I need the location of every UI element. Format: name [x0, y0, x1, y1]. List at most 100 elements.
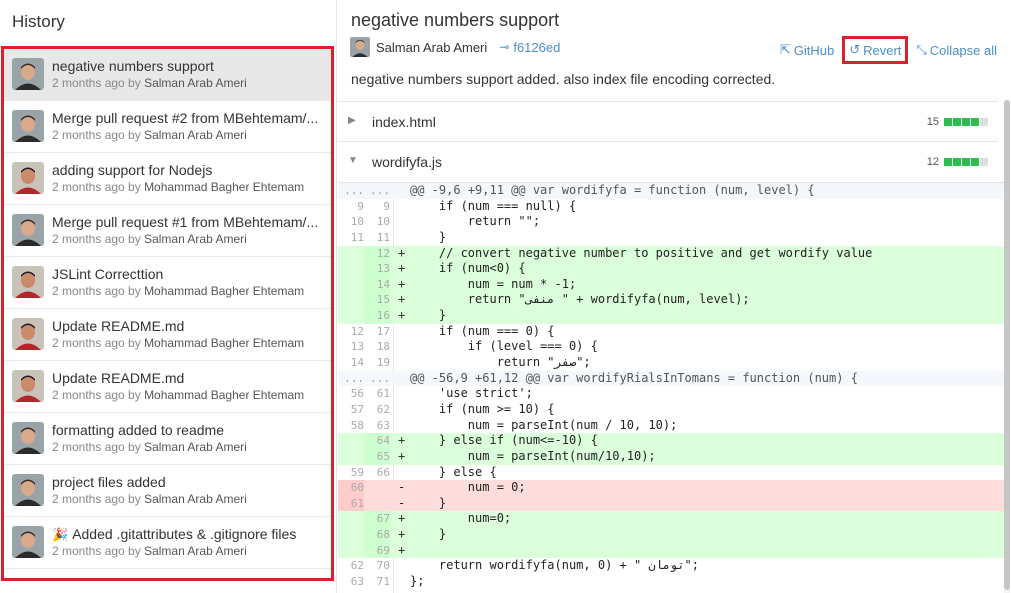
commit-list-item[interactable]: Merge pull request #1 from MBehtemam/...…: [4, 205, 331, 257]
diff-stat-count: 12: [926, 156, 939, 168]
commit-list-item[interactable]: project files added 2 months ago by Salma…: [4, 465, 331, 517]
history-title: History: [12, 12, 65, 31]
new-line-number: 13: [364, 261, 390, 277]
new-line-number: ...: [370, 371, 390, 385]
commit-item-meta: 2 months ago by Salman Arab Ameri: [52, 440, 247, 454]
party-popper-icon: 🎉: [52, 527, 69, 542]
diff-line: 13 18 if (level === 0) {: [338, 339, 1008, 355]
external-link-icon: ⇱: [779, 42, 791, 57]
commit-item-title-text: Added .gitattributes & .gitignore files: [72, 526, 297, 542]
chevron-right-icon[interactable]: ▶: [348, 115, 356, 126]
commit-item-title-text: Update README.md: [52, 370, 185, 386]
commit-author-row: Salman Arab Ameri ⊸ f6126ed: [350, 37, 560, 57]
new-line-number: 10: [376, 215, 390, 229]
commit-list-item[interactable]: Update README.md 2 months ago by Mohammad…: [4, 309, 331, 361]
diff-sign: +: [398, 261, 406, 276]
old-line-number: 56: [350, 387, 364, 401]
commit-list-item[interactable]: JSLint Correcttion 2 months ago by Mohamm…: [4, 257, 331, 309]
commit-item-title: Update README.md: [52, 370, 327, 386]
commit-author-name[interactable]: Salman Arab Ameri: [376, 40, 487, 55]
commit-item-author: Salman Arab Ameri: [144, 544, 247, 558]
commit-item-time: 2 months ago by: [52, 232, 145, 246]
avatar: [12, 474, 44, 506]
commit-sha[interactable]: f6126ed: [513, 40, 560, 55]
code-text: if (level === 0) {: [410, 339, 598, 354]
new-line-number: 16: [364, 308, 390, 324]
commit-item-meta: 2 months ago by Salman Arab Ameri: [52, 492, 247, 506]
diff-hunk-header: ...... @@ -56,9 +61,12 @@ var wordifyRial…: [338, 370, 1008, 387]
old-line-number: 63: [350, 575, 364, 589]
commit-item-time: 2 months ago by: [52, 492, 145, 506]
old-line-number: 59: [350, 465, 364, 479]
commit-list-item[interactable]: Merge pull request #2 from MBehtemam/...…: [4, 101, 331, 153]
new-line-number: 66: [376, 465, 390, 479]
diff-view: ...... @@ -9,6 +9,11 @@ var wordifyfa = f…: [338, 182, 1008, 593]
new-line-number: 17: [376, 324, 390, 338]
scrollbar[interactable]: [1004, 100, 1010, 593]
code-text: 'use strict';: [410, 386, 533, 401]
new-line-number: 19: [376, 356, 390, 370]
commit-item-meta: 2 months ago by Salman Arab Ameri: [52, 128, 247, 142]
diff-hunk-header: ...... @@ -9,6 +9,11 @@ var wordifyfa = f…: [338, 183, 1008, 199]
diff-stat-block: [971, 118, 979, 126]
commit-item-title-text: Update README.md: [52, 318, 185, 334]
commit-item-time: 2 months ago by: [52, 336, 145, 350]
old-line-number: 58: [350, 418, 364, 432]
commit-item-time: 2 months ago by: [52, 544, 145, 558]
chevron-down-icon[interactable]: ▼: [348, 155, 358, 166]
diff-line-added: 13 + if (num<0) {: [338, 261, 1008, 277]
new-line-number: 14: [364, 276, 390, 293]
github-button[interactable]: ⇱ GitHub: [776, 36, 838, 64]
old-line-number: 12: [350, 324, 364, 338]
old-line-number: ...: [344, 184, 364, 197]
code-text: return "صفر";: [410, 355, 591, 370]
commit-item-title-text: Merge pull request #1 from MBehtemam/...: [52, 214, 319, 230]
diff-line: 56 61 'use strict';: [338, 386, 1008, 402]
commit-item-author: Salman Arab Ameri: [144, 128, 247, 142]
code-text: }: [410, 527, 447, 542]
diff-line-added: 15 + return "منفی " + wordifyfa(num, leve…: [338, 292, 1008, 309]
github-label: GitHub: [793, 42, 835, 58]
revert-icon: ↺: [849, 42, 861, 57]
new-line-number: 70: [376, 559, 390, 573]
file-header[interactable]: ▶ index.html 15: [338, 101, 998, 141]
file-header[interactable]: ▼ wordifyfa.js 12: [338, 141, 998, 181]
diff-line-added: 12 + // convert negative number to positi…: [338, 245, 1008, 262]
scrollbar-thumb[interactable]: [1004, 100, 1010, 590]
commit-item-meta: 2 months ago by Mohammad Bagher Ehtemam: [52, 284, 304, 298]
new-line-number: ...: [370, 184, 390, 197]
old-line-number: 62: [350, 559, 364, 573]
commit-item-meta: 2 months ago by Salman Arab Ameri: [52, 76, 247, 90]
diff-line-added: 64 + } else if (num<=-10) {: [338, 433, 1008, 449]
commit-item-author: Mohammad Bagher Ehtemam: [144, 388, 305, 402]
commit-item-meta: 2 months ago by Mohammad Bagher Ehtemam: [52, 336, 304, 350]
diff-stat-block: [962, 118, 970, 126]
collapse-all-button[interactable]: ⤡ Collapse all: [912, 36, 1001, 64]
commit-item-title: negative numbers support: [52, 58, 327, 74]
diff-line: 6372: [338, 590, 1008, 593]
old-line-number: 61: [338, 495, 364, 512]
code-text: num=0;: [410, 511, 512, 526]
commit-list-item[interactable]: negative numbers support 2 months ago by …: [4, 49, 331, 101]
commit-list-item[interactable]: Update README.md 2 months ago by Mohammad…: [4, 361, 331, 413]
commit-item-title-text: JSLint Correcttion: [52, 266, 164, 282]
old-line-number: 57: [350, 402, 364, 416]
diff-line-added: 14 + num = num * -1;: [338, 276, 1008, 293]
revert-button[interactable]: ↺ Revert: [842, 36, 909, 64]
diff-line-added: 65 + num = parseInt(num/10,10);: [338, 448, 1008, 465]
commit-item-title: Merge pull request #1 from MBehtemam/...: [52, 214, 327, 230]
commit-list-item[interactable]: 🎉 Added .gitattributes & .gitignore files…: [4, 517, 331, 569]
diff-line: 10 10 return "";: [338, 214, 1008, 230]
commit-item-author: Salman Arab Ameri: [144, 492, 247, 506]
diff-line: 62 70 return wordifyfa(num, 0) + " تومان"…: [338, 558, 1008, 574]
commit-list-item[interactable]: formatting added to readme 2 months ago b…: [4, 413, 331, 465]
new-line-number: 65: [364, 448, 390, 465]
commit-list-item[interactable]: adding support for Nodejs 2 months ago by…: [4, 153, 331, 205]
code-text: }: [410, 308, 447, 323]
commit-item-meta: 2 months ago by Salman Arab Ameri: [52, 544, 247, 558]
new-line-number: 12: [364, 245, 390, 262]
commit-item-author: Salman Arab Ameri: [144, 232, 247, 246]
new-line-number: 15: [364, 292, 390, 309]
code-text: return wordifyfa(num, 0) + " تومان";: [410, 558, 699, 573]
diff-sign: -: [398, 495, 406, 510]
